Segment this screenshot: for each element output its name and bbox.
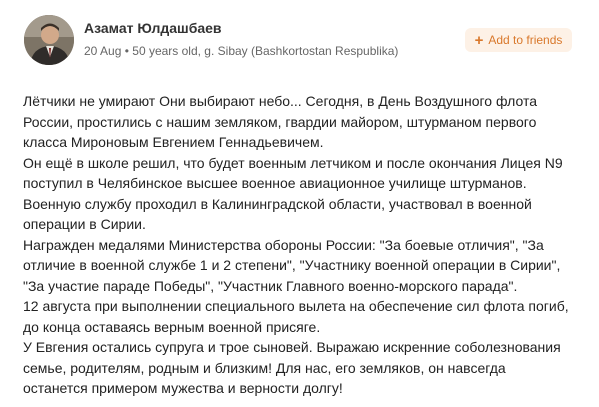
post-line: 12 августа при выполнении специального в… <box>23 298 569 314</box>
author-details: 50 years old, g. Sibay (Bashkortostan Re… <box>132 44 399 58</box>
avatar-photo <box>24 15 74 65</box>
post-line: до конца оставаясь верным военной присяг… <box>23 318 321 335</box>
meta-separator: • <box>124 44 129 58</box>
post-date[interactable]: 20 Aug <box>84 44 121 58</box>
post-line: "За участие параде Победы", "Участник Гл… <box>23 277 518 294</box>
post-line: Военную службу проходил в Калининградско… <box>23 195 532 212</box>
avatar[interactable] <box>24 15 74 65</box>
author-meta: 20 Aug • 50 years old, g. Sibay (Bashkor… <box>84 44 398 58</box>
post-line: операции в Сирии. <box>23 216 146 232</box>
add-to-friends-label: Add to friends <box>488 33 563 47</box>
author-name[interactable]: Азамат Юлдашбаев <box>84 20 222 36</box>
add-to-friends-button[interactable]: + Add to friends <box>465 28 572 52</box>
plus-icon: + <box>474 31 484 49</box>
post-line: России, простились с нашим земляком, гва… <box>23 113 537 130</box>
post-line: Награжден медалями Министерства обороны … <box>23 236 544 253</box>
post-line: Лётчики не умирают Они выбирают небо... … <box>23 93 538 109</box>
post-line: У Евгения остались супруга и трое сынове… <box>23 339 561 355</box>
post-line: поступил в Челябинское высшее военное ав… <box>23 175 527 191</box>
post-line: класса Мироновым Евгением Геннадьевичем. <box>23 134 324 150</box>
post-text: Лётчики не умирают Они выбирают небо... … <box>23 91 583 399</box>
post-line: останется примером мужества и верности д… <box>23 380 343 396</box>
post-line: отличие в военной службе 1 и 2 степени",… <box>23 257 561 273</box>
post-line: семье, родителям, родным и близким! Для … <box>23 359 506 376</box>
post-line: Он ещё в школе решил, что будет военным … <box>23 154 563 171</box>
